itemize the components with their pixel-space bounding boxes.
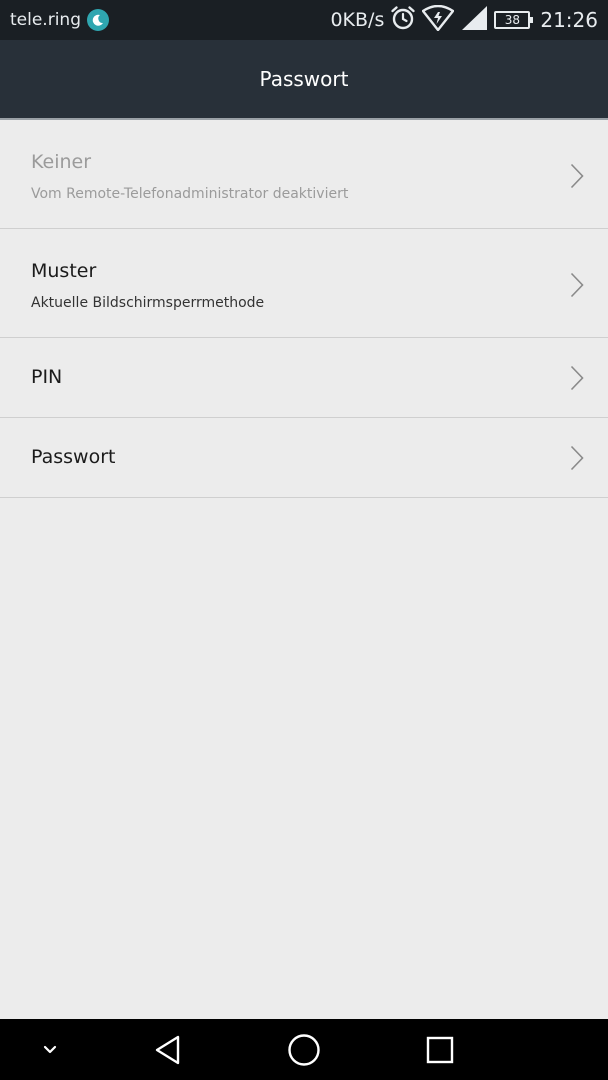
recents-icon [426, 1036, 454, 1063]
list-item-keiner[interactable]: Keiner Vom Remote-Telefonadministrator d… [0, 120, 608, 229]
battery-level: 38 [504, 13, 520, 27]
list-item-label: Muster [31, 260, 97, 282]
status-indicators: 0KB/s 38 21:26 [330, 4, 598, 35]
list-item-label: PIN [31, 366, 63, 388]
back-button[interactable] [146, 1019, 190, 1080]
signal-icon [460, 5, 488, 35]
list-item-subtitle: Aktuelle Bildschirmsperrmethode [31, 295, 265, 311]
page-title: Passwort [259, 67, 349, 91]
network-speed: 0KB/s [330, 9, 385, 31]
wifi-icon [422, 4, 455, 35]
navigation-bar [0, 1019, 608, 1080]
hide-keyboard-icon [43, 1045, 57, 1053]
list-item-pin[interactable]: PIN [0, 338, 608, 418]
list-item-muster[interactable]: Muster Aktuelle Bildschirmsperrmethode [0, 229, 608, 338]
chevron-right-icon [570, 445, 584, 471]
home-button[interactable] [282, 1019, 326, 1080]
list-item-subtitle: Vom Remote-Telefonadministrator deaktivi… [31, 186, 349, 202]
hide-keyboard-button[interactable] [30, 1019, 70, 1080]
chevron-right-icon [570, 272, 584, 298]
battery-icon: 38 [494, 11, 534, 29]
status-bar: tele.ring 0KB/s 38 21:26 [0, 0, 608, 40]
moon-icon [87, 9, 109, 31]
list-item-passwort[interactable]: Passwort [0, 418, 608, 498]
password-type-list: Keiner Vom Remote-Telefonadministrator d… [0, 120, 608, 498]
chevron-right-icon [570, 365, 584, 391]
chevron-right-icon [570, 163, 584, 189]
alarm-icon [390, 5, 416, 35]
title-bar: Passwort [0, 40, 608, 120]
recents-button[interactable] [418, 1019, 462, 1080]
clock: 21:26 [540, 8, 598, 32]
list-item-label: Keiner [31, 151, 92, 173]
list-item-label: Passwort [31, 446, 116, 468]
home-icon [288, 1033, 320, 1066]
carrier-name: tele.ring [10, 10, 81, 30]
back-icon [155, 1035, 180, 1064]
